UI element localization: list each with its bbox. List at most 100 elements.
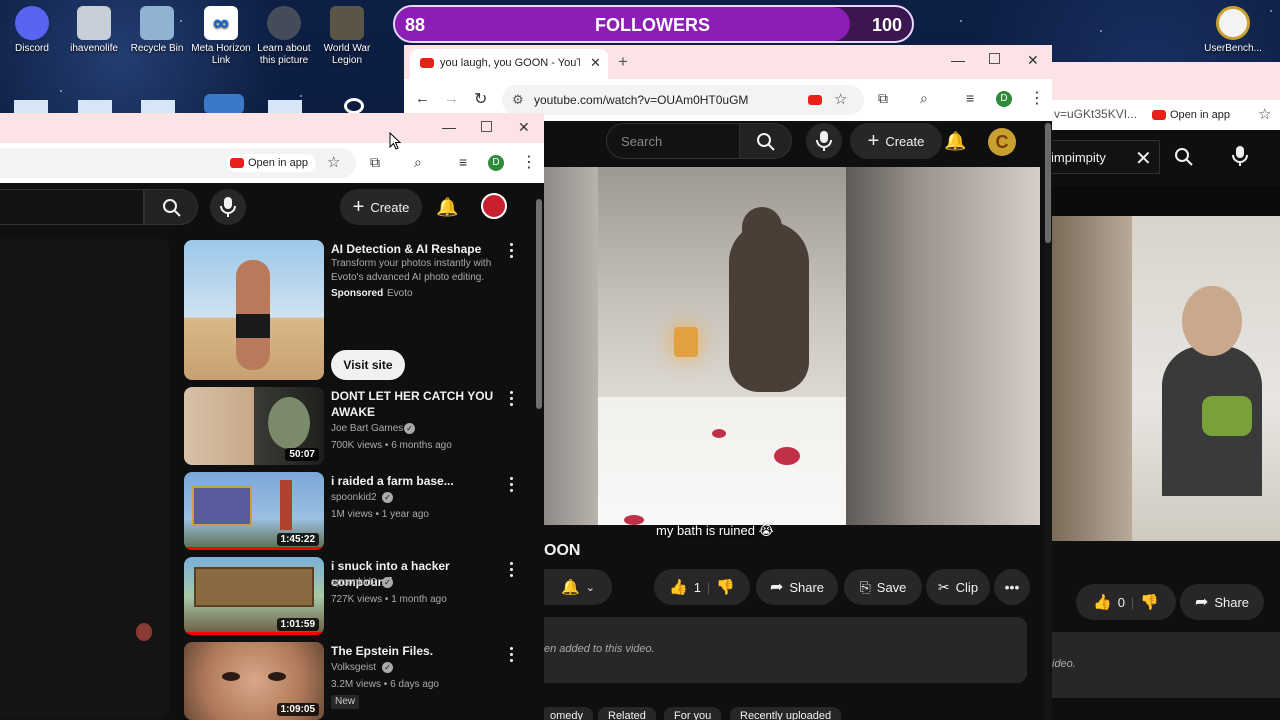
video-thumbnail[interactable]: 1:01:59 [184, 557, 324, 635]
dislike-icon[interactable]: 👎 [716, 578, 735, 596]
left-search-input[interactable] [0, 189, 144, 225]
close-window-icon[interactable]: ✕ [518, 119, 530, 136]
desktop-icon-ihavenolife[interactable]: ihavenolife [59, 0, 129, 55]
bookmark-star-icon[interactable]: ☆ [327, 153, 340, 171]
front-create-button[interactable]: + Create [850, 123, 942, 159]
front-like-dislike-group[interactable]: 👍 1 | 👎 [654, 569, 750, 605]
menu-icon[interactable]: ⋮ [521, 152, 537, 172]
right-like-dislike-group[interactable]: 👍 0 | 👎 [1076, 584, 1176, 620]
left-video-player[interactable] [0, 239, 170, 719]
media-control-icon[interactable]: ≡ [459, 154, 467, 170]
left-voice-search-button[interactable] [210, 189, 246, 225]
right-share-button[interactable]: ➦ Share [1180, 584, 1264, 620]
site-info-icon[interactable]: ⚙ [512, 92, 524, 108]
chip-recently-uploaded[interactable]: Recently uploaded [730, 707, 842, 720]
left-scrollbar-thumb[interactable] [536, 199, 542, 409]
reload-icon[interactable]: ↻ [474, 89, 487, 109]
forward-icon[interactable]: → [444, 90, 459, 107]
profile-avatar[interactable]: D [996, 91, 1012, 107]
notifications-bell-icon[interactable]: 🔔 [944, 132, 966, 150]
search-icon[interactable] [1174, 147, 1194, 167]
maximize-icon[interactable] [481, 121, 492, 132]
front-search-button[interactable] [740, 123, 792, 159]
minimize-icon[interactable]: — [442, 119, 456, 135]
close-tab-icon[interactable]: ✕ [590, 55, 601, 71]
desktop-icon-recycle-bin[interactable]: Recycle Bin [122, 0, 192, 55]
front-save-button[interactable]: ⎘ Save [844, 569, 922, 605]
right-open-in-app-button[interactable]: Open in app [1152, 105, 1252, 125]
dislike-icon[interactable]: 👎 [1140, 593, 1159, 611]
notification-bell-dropdown[interactable]: 🔔 ⌄ [544, 569, 612, 605]
like-icon[interactable]: 👍 [1093, 593, 1112, 611]
video-channel[interactable]: spoonkid2 [331, 576, 377, 590]
clear-search-icon[interactable]: ✕ [1135, 146, 1152, 171]
desktop-icon-partial[interactable] [268, 100, 302, 114]
video-thumbnail[interactable]: 1:09:05 [184, 642, 324, 720]
video-thumbnail[interactable]: 50:07 [184, 387, 324, 465]
front-voice-search-button[interactable] [806, 123, 842, 159]
minimize-icon[interactable]: — [951, 52, 965, 68]
front-scrollbar-track[interactable] [1044, 121, 1052, 720]
chip-for-you[interactable]: For you [664, 707, 722, 720]
desktop-icon-partial[interactable] [78, 100, 112, 114]
more-options-icon[interactable] [510, 562, 514, 580]
like-icon[interactable]: 👍 [669, 578, 688, 596]
extensions-icon[interactable]: ⧉ [370, 154, 380, 171]
left-scrollbar-track[interactable] [534, 193, 544, 720]
right-address-bar[interactable]: v=uGKt35KVI... Open in app ☆ [1052, 100, 1280, 130]
bookmark-star-icon[interactable]: ☆ [834, 90, 847, 108]
front-channel-avatar[interactable]: C [988, 128, 1016, 156]
more-options-icon[interactable] [510, 647, 514, 665]
back-icon[interactable]: ← [415, 90, 430, 107]
desktop-icon-userbench[interactable]: UserBench... [1198, 0, 1268, 55]
left-create-button[interactable]: + Create [340, 189, 422, 225]
video-channel[interactable]: spoonkid2 [331, 491, 377, 505]
front-search-input[interactable]: Search [606, 123, 740, 159]
ad-thumbnail[interactable] [184, 240, 324, 380]
front-url-bar[interactable]: ⚙ youtube.com/watch?v=OUAm0HT0uGM ☆ [502, 85, 864, 115]
video-thumbnail[interactable]: 1:45:22 [184, 472, 324, 550]
notifications-bell-icon[interactable]: 🔔 [436, 198, 458, 216]
desktop-icon-partial[interactable] [204, 94, 244, 114]
left-open-in-app-button[interactable]: Open in app [226, 154, 316, 172]
right-search-input[interactable]: impimpity ✕ [1052, 140, 1160, 174]
desktop-icon-learn-picture[interactable]: Learn about this picture [249, 0, 319, 67]
right-video-player[interactable] [1052, 186, 1280, 541]
ad-channel[interactable]: Evoto [387, 287, 413, 301]
visit-site-button[interactable]: Visit site [331, 350, 405, 380]
front-video-player[interactable]: my bath is ruined 😭 [544, 167, 1040, 538]
extensions-icon[interactable]: ⧉ [878, 90, 888, 107]
front-scrollbar-thumb[interactable] [1045, 123, 1051, 243]
bookmark-star-icon[interactable]: ☆ [1258, 105, 1271, 123]
more-options-icon[interactable] [510, 391, 514, 409]
tab-search-icon[interactable]: ⌕ [414, 154, 422, 171]
desktop-icon-meta-horizon[interactable]: ∞ Meta Horizon Link [186, 0, 256, 67]
maximize-icon[interactable] [989, 53, 1000, 64]
video-channel[interactable]: Volksgeist [331, 661, 376, 675]
desktop-icon-world-war-legion[interactable]: World War Legion [312, 0, 382, 67]
desktop-icon-partial[interactable] [141, 100, 175, 114]
close-window-icon[interactable]: ✕ [1027, 52, 1039, 69]
new-tab-button[interactable]: + [618, 52, 628, 72]
chip-related[interactable]: Related [598, 707, 656, 720]
video-title[interactable]: i raided a farm base... [331, 473, 511, 489]
desktop-icon-partial[interactable] [344, 98, 364, 114]
chip-comedy[interactable]: omedy [540, 707, 594, 720]
ad-title[interactable]: AI Detection & AI Reshape [331, 241, 511, 257]
left-url-bar[interactable]: Open in app ☆ [0, 148, 356, 178]
desktop-icon-discord[interactable]: Discord [0, 0, 67, 55]
microphone-icon[interactable] [1232, 145, 1248, 167]
video-title[interactable]: DONT LET HER CATCH YOU AWAKE [331, 388, 511, 420]
desktop-icon-partial[interactable] [14, 100, 48, 114]
open-in-app-icon[interactable] [808, 95, 822, 105]
video-channel[interactable]: Joe Bart Games [331, 422, 403, 436]
front-share-button[interactable]: ➦ Share [756, 569, 838, 605]
tab-search-icon[interactable]: ⌕ [920, 90, 928, 107]
profile-avatar[interactable]: D [488, 155, 504, 171]
video-title[interactable]: The Epstein Files. [331, 643, 511, 659]
left-search-button[interactable] [144, 189, 198, 225]
more-options-icon[interactable] [510, 243, 514, 261]
left-channel-avatar[interactable] [481, 193, 507, 219]
tab-youtube-video[interactable]: you laugh, you GOON - YouTube ✕ [410, 49, 608, 79]
media-control-icon[interactable]: ≡ [966, 90, 974, 106]
